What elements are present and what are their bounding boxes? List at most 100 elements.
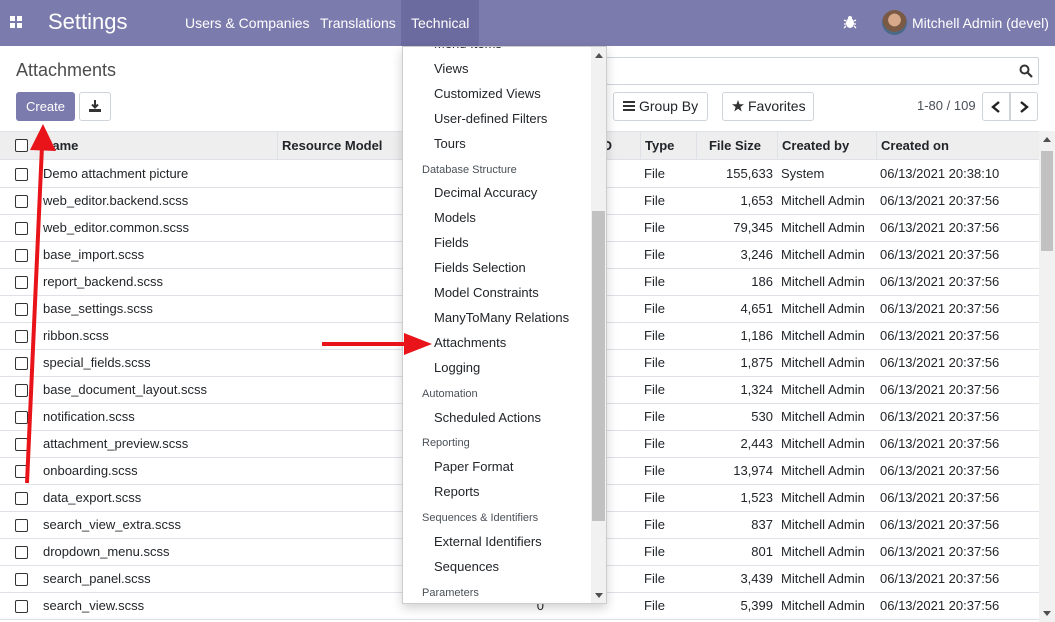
- row-checkbox[interactable]: [15, 222, 28, 235]
- menu-technical[interactable]: Technical: [401, 0, 480, 46]
- menu-translations[interactable]: Translations: [310, 0, 406, 46]
- cell-name: base_settings.scss: [43, 301, 153, 316]
- cell-created-on: 06/13/2021 20:37:56: [880, 490, 1000, 505]
- chevron-right-icon: [1020, 101, 1029, 113]
- row-checkbox[interactable]: [15, 519, 28, 532]
- search-icon[interactable]: [1019, 64, 1033, 78]
- user-menu[interactable]: Mitchell Admin (devel): [912, 0, 1049, 46]
- row-checkbox[interactable]: [15, 573, 28, 586]
- cell-created-on: 06/13/2021 20:37:56: [880, 193, 1000, 208]
- cell-created-on: 06/13/2021 20:37:56: [880, 409, 1000, 424]
- cell-name: base_document_layout.scss: [43, 382, 208, 397]
- cell-created-by: Mitchell Admin: [781, 571, 865, 586]
- create-button[interactable]: Create: [16, 92, 75, 121]
- row-checkbox[interactable]: [15, 411, 28, 424]
- cell-type: File: [644, 355, 665, 370]
- cell-type: File: [644, 247, 665, 262]
- row-checkbox[interactable]: [15, 195, 28, 208]
- dropdown-scrollbar-thumb[interactable]: [592, 211, 605, 521]
- pager-next-button[interactable]: [1010, 92, 1038, 121]
- select-all-checkbox[interactable]: [15, 139, 28, 152]
- dropdown-item-model-constraints[interactable]: Model Constraints: [434, 285, 539, 300]
- app-title[interactable]: Settings: [48, 9, 128, 35]
- favorites-button[interactable]: Favorites: [722, 92, 814, 121]
- group-by-button[interactable]: Group By: [613, 92, 708, 121]
- cell-name: Demo attachment picture: [43, 166, 189, 181]
- dropdown-item-paper-format[interactable]: Paper Format: [434, 459, 513, 474]
- cell-type: File: [644, 490, 665, 505]
- dropdown-item-manytomany-relations[interactable]: ManyToMany Relations: [434, 310, 569, 325]
- cell-type: File: [644, 598, 665, 613]
- column-name[interactable]: Name: [39, 132, 277, 160]
- cell-created-on: 06/13/2021 20:37:56: [880, 544, 1000, 559]
- column-resource-model[interactable]: Resource Model: [277, 132, 404, 160]
- dropdown-section-header: Automation: [422, 388, 478, 400]
- cell-type: File: [644, 517, 665, 532]
- apps-menu-icon[interactable]: [10, 16, 23, 29]
- column-created-by[interactable]: Created by: [777, 132, 876, 160]
- cell-file-size: 3,246: [740, 247, 773, 262]
- debug-bug-icon[interactable]: [843, 15, 857, 29]
- row-checkbox[interactable]: [15, 546, 28, 559]
- cell-file-size: 2,443: [740, 436, 773, 451]
- scrollbar-thumb[interactable]: [1041, 151, 1053, 251]
- cell-name: report_backend.scss: [43, 274, 163, 289]
- row-checkbox[interactable]: [15, 249, 28, 262]
- cell-name: dropdown_menu.scss: [43, 544, 170, 559]
- dropdown-item-reports[interactable]: Reports: [434, 484, 480, 499]
- column-file-size[interactable]: File Size: [696, 132, 777, 160]
- dropdown-item-decimal-accuracy[interactable]: Decimal Accuracy: [434, 185, 537, 200]
- menu-users-companies[interactable]: Users & Companies: [175, 0, 320, 46]
- pager-previous-button[interactable]: [982, 92, 1010, 121]
- dropdown-item-external-identifiers[interactable]: External Identifiers: [434, 534, 542, 549]
- dropdown-item-customized-views[interactable]: Customized Views: [434, 86, 541, 101]
- dropdown-section-header: Sequences & Identifiers: [422, 512, 539, 524]
- row-checkbox[interactable]: [15, 438, 28, 451]
- row-checkbox[interactable]: [15, 357, 28, 370]
- cell-type: File: [644, 544, 665, 559]
- cell-name: search_panel.scss: [43, 571, 151, 586]
- user-avatar[interactable]: [882, 10, 907, 35]
- row-checkbox[interactable]: [15, 492, 28, 505]
- row-checkbox[interactable]: [15, 276, 28, 289]
- cell-created-by: Mitchell Admin: [781, 436, 865, 451]
- cell-created-by: Mitchell Admin: [781, 490, 865, 505]
- dropdown-item-sequences[interactable]: Sequences: [434, 559, 499, 574]
- cell-file-size: 155,633: [726, 166, 773, 181]
- dropdown-item-fields[interactable]: Fields: [434, 235, 469, 250]
- cell-file-size: 3,439: [740, 571, 773, 586]
- cell-file-size: 4,651: [740, 301, 773, 316]
- row-checkbox[interactable]: [15, 465, 28, 478]
- row-checkbox[interactable]: [15, 600, 28, 613]
- dropdown-item-menu-items[interactable]: Menu Items: [434, 47, 502, 51]
- dropdown-item-views[interactable]: Views: [434, 61, 468, 76]
- row-checkbox[interactable]: [15, 330, 28, 343]
- dropdown-item-fields-selection[interactable]: Fields Selection: [434, 260, 526, 275]
- cell-type: File: [644, 193, 665, 208]
- dropdown-item-user-defined-filters[interactable]: User-defined Filters: [434, 111, 547, 126]
- scroll-down-arrow-icon[interactable]: [595, 593, 603, 598]
- row-checkbox[interactable]: [15, 384, 28, 397]
- cell-file-size: 837: [751, 517, 773, 532]
- dropdown-item-models[interactable]: Models: [434, 210, 476, 225]
- dropdown-item-scheduled-actions[interactable]: Scheduled Actions: [434, 410, 541, 425]
- cell-created-by: Mitchell Admin: [781, 463, 865, 478]
- column-type[interactable]: Type: [640, 132, 696, 160]
- column-created-on[interactable]: Created on: [876, 132, 1039, 160]
- dropdown-item-logging[interactable]: Logging: [434, 360, 480, 375]
- dropdown-item-tours[interactable]: Tours: [434, 136, 466, 151]
- dropdown-section-header: Parameters: [422, 587, 479, 599]
- list-icon: [623, 101, 635, 111]
- pager-value[interactable]: 1-80 / 109: [917, 98, 976, 113]
- row-checkbox[interactable]: [15, 303, 28, 316]
- scroll-up-arrow-icon[interactable]: [595, 53, 603, 58]
- cell-file-size: 1,875: [740, 355, 773, 370]
- cell-file-size: 801: [751, 544, 773, 559]
- row-checkbox[interactable]: [15, 168, 28, 181]
- dropdown-scrollbar[interactable]: [591, 47, 606, 603]
- dropdown-item-attachments[interactable]: Attachments: [434, 335, 506, 350]
- page-scrollbar[interactable]: [1039, 131, 1055, 622]
- search-input[interactable]: [606, 57, 1039, 85]
- download-button[interactable]: [79, 92, 111, 121]
- cell-created-on: 06/13/2021 20:38:10: [880, 166, 1000, 181]
